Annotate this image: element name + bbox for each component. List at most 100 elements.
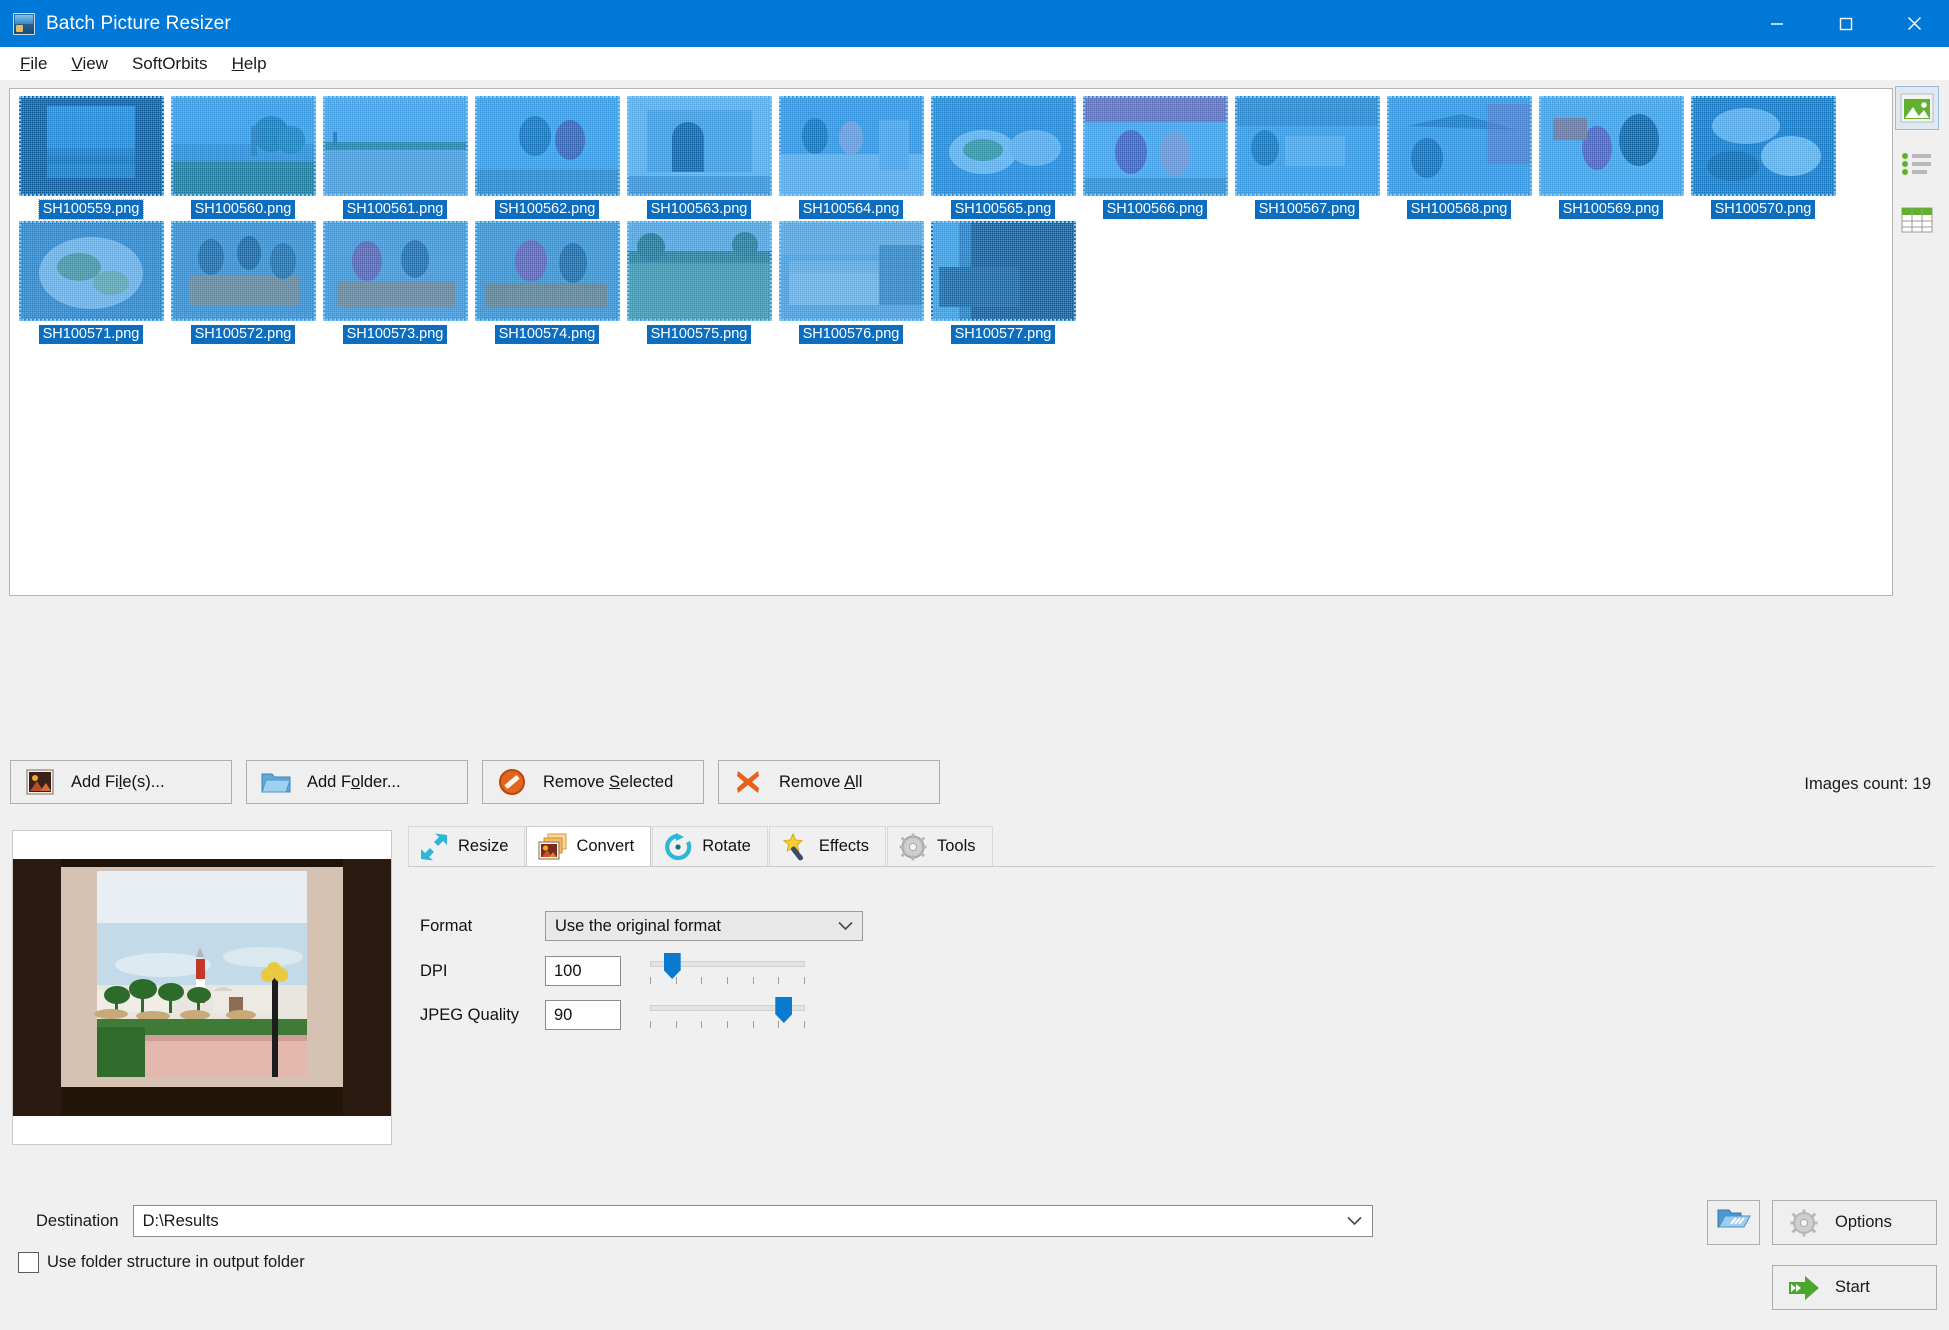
menu-softorbits[interactable]: SoftOrbits: [120, 51, 220, 77]
thumbnail-item[interactable]: SH100567.png: [1232, 94, 1382, 219]
picture-add-icon: [25, 767, 55, 797]
thumbnail-filename: SH100571.png: [38, 325, 144, 344]
thumbnail-image[interactable]: [626, 96, 772, 196]
thumbnail-item[interactable]: SH100570.png: [1688, 94, 1838, 219]
thumbnail-item[interactable]: SH100560.png: [168, 94, 318, 219]
thumbnail-item[interactable]: SH100576.png: [776, 219, 926, 344]
menu-bar: File View SoftOrbits Help: [0, 47, 1949, 80]
thumbnail-list[interactable]: SH100559.png SH100560.png SH100561.png SH10…: [9, 88, 1893, 596]
add-files-button[interactable]: Add File(s)...: [10, 760, 232, 804]
start-label: Start: [1835, 1278, 1870, 1296]
thumbnail-image[interactable]: [1386, 96, 1532, 196]
thumbnail-item[interactable]: SH100572.png: [168, 219, 318, 344]
thumbnail-item[interactable]: SH100571.png: [16, 219, 166, 344]
thumbnail-image[interactable]: [18, 221, 164, 321]
add-folder-label: Add Folder...: [307, 772, 401, 791]
thumbnail-filename: SH100572.png: [190, 325, 296, 344]
jpeg-quality-input[interactable]: 90: [545, 1000, 621, 1030]
minimize-icon[interactable]: [1742, 0, 1811, 47]
dpi-label: DPI: [420, 961, 448, 980]
thumbnail-item[interactable]: SH100566.png: [1080, 94, 1230, 219]
thumbnail-image[interactable]: [778, 96, 924, 196]
remove-selected-button[interactable]: Remove Selected: [482, 760, 704, 804]
details-view-button[interactable]: [1895, 198, 1939, 242]
convert-images-icon: [537, 832, 567, 862]
thumbnail-item[interactable]: SH100561.png: [320, 94, 470, 219]
thumbnail-image[interactable]: [474, 96, 620, 196]
start-button[interactable]: Start: [1772, 1265, 1937, 1310]
remove-all-label: Remove All: [779, 772, 863, 791]
menu-file[interactable]: File: [8, 51, 59, 77]
thumbnail-image[interactable]: [1690, 96, 1836, 196]
thumbnail-filename: SH100563.png: [646, 200, 752, 219]
jpeg-quality-slider[interactable]: [650, 997, 805, 1033]
tab-convert-label: Convert: [576, 837, 635, 855]
use-folder-structure-label: Use folder structure in output folder: [47, 1253, 305, 1271]
jpeg-quality-label: JPEG Quality: [420, 1005, 520, 1024]
thumbnail-item[interactable]: SH100573.png: [320, 219, 470, 344]
thumbnail-item[interactable]: SH100563.png: [624, 94, 774, 219]
thumbnail-filename: SH100570.png: [1710, 200, 1816, 219]
tab-effects[interactable]: Effects: [768, 826, 886, 866]
thumbnail-image[interactable]: [322, 221, 468, 321]
remove-all-button[interactable]: Remove All: [718, 760, 940, 804]
jpeg-slider-thumb[interactable]: [775, 997, 793, 1023]
thumbnail-image[interactable]: [1538, 96, 1684, 196]
close-icon[interactable]: [1880, 0, 1949, 47]
thumbnail-item[interactable]: SH100564.png: [776, 94, 926, 219]
preview-image: [13, 859, 391, 1116]
tab-tools[interactable]: Tools: [886, 826, 993, 866]
thumbnail-image[interactable]: [930, 96, 1076, 196]
add-folder-button[interactable]: Add Folder...: [246, 760, 468, 804]
thumbnail-item[interactable]: SH100569.png: [1536, 94, 1686, 219]
browse-destination-button[interactable]: [1707, 1200, 1760, 1245]
options-button[interactable]: Options: [1772, 1200, 1937, 1245]
thumbnail-image[interactable]: [1234, 96, 1380, 196]
thumbnail-image[interactable]: [1082, 96, 1228, 196]
thumbnail-image[interactable]: [474, 221, 620, 321]
thumbnail-filename: SH100560.png: [190, 200, 296, 219]
maximize-icon[interactable]: [1811, 0, 1880, 47]
thumbnail-item[interactable]: SH100574.png: [472, 219, 622, 344]
tab-rotate[interactable]: Rotate: [652, 826, 768, 866]
thumbnail-filename: SH100565.png: [950, 200, 1056, 219]
open-folder-icon: [1717, 1206, 1751, 1239]
dpi-slider[interactable]: [650, 953, 805, 989]
thumbnail-image[interactable]: [930, 221, 1076, 321]
use-folder-structure-checkbox[interactable]: [18, 1252, 39, 1273]
dpi-input[interactable]: 100: [545, 956, 621, 986]
thumbnail-filename: SH100577.png: [950, 325, 1056, 344]
thumbnail-item[interactable]: SH100562.png: [472, 94, 622, 219]
menu-help[interactable]: Help: [220, 51, 279, 77]
convert-panel: Format Use the original format DPI 100 J…: [408, 867, 1935, 1137]
thumbnail-image[interactable]: [170, 221, 316, 321]
thumbnail-filename: SH100573.png: [342, 325, 448, 344]
thumbnail-image[interactable]: [18, 96, 164, 196]
thumbnail-image[interactable]: [322, 96, 468, 196]
format-select[interactable]: Use the original format: [545, 911, 863, 941]
operation-tabs: Resize Convert Rotate Effects Tools: [408, 826, 1935, 867]
resize-arrows-icon: [419, 832, 449, 862]
thumbnail-filename: SH100562.png: [494, 200, 600, 219]
thumbnail-image[interactable]: [778, 221, 924, 321]
use-folder-structure-row[interactable]: Use folder structure in output folder: [18, 1252, 305, 1273]
thumbnail-item[interactable]: SH100559.png: [16, 94, 166, 220]
thumbnail-item[interactable]: SH100575.png: [624, 219, 774, 344]
menu-view[interactable]: View: [59, 51, 120, 77]
window-controls: [1742, 0, 1949, 47]
dpi-slider-ticks: [650, 977, 805, 985]
tab-convert[interactable]: Convert: [526, 826, 652, 866]
thumbnails-view-button[interactable]: [1895, 86, 1939, 130]
green-arrow-icon: [1787, 1273, 1821, 1303]
thumbnail-item[interactable]: SH100565.png: [928, 94, 1078, 219]
view-mode-buttons: [1895, 86, 1941, 254]
thumbnail-image[interactable]: [626, 221, 772, 321]
thumbnail-image[interactable]: [170, 96, 316, 196]
tab-resize[interactable]: Resize: [408, 826, 526, 866]
thumbnail-item[interactable]: SH100577.png: [928, 219, 1078, 344]
remove-selected-label: Remove Selected: [543, 772, 674, 791]
thumbnail-item[interactable]: SH100568.png: [1384, 94, 1534, 219]
dpi-slider-thumb[interactable]: [663, 953, 681, 979]
destination-combo[interactable]: D:\Results: [132, 1205, 1373, 1237]
list-view-button[interactable]: [1895, 142, 1939, 186]
